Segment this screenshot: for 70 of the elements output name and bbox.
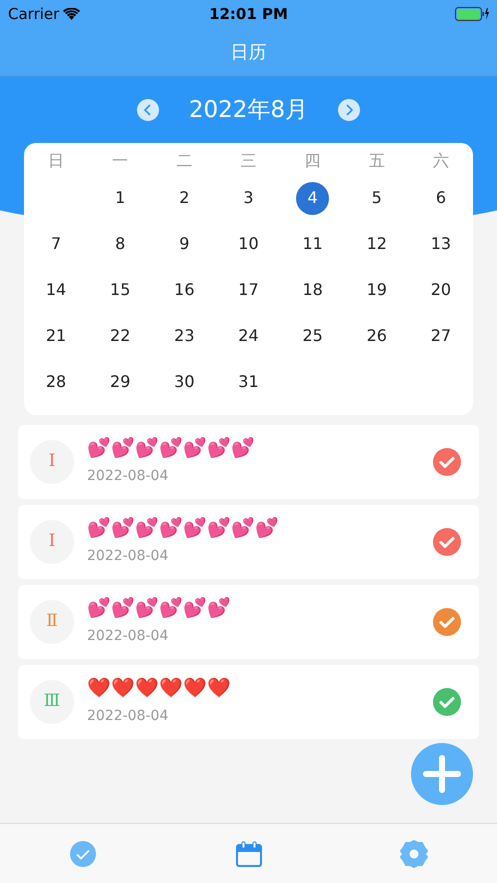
calendar-day[interactable]: 19 [360, 274, 394, 306]
check-icon[interactable] [433, 688, 461, 716]
entry-date: 2022-08-04 [87, 706, 170, 726]
entry-card[interactable]: Ⅰ 💕💕💕💕💕💕💕💕 2022-08-04 [18, 505, 479, 579]
battery-icon [455, 7, 490, 21]
selected-day[interactable]: 4 [296, 182, 330, 214]
calendar-day[interactable]: 21 [40, 320, 73, 352]
weekday-label: 四 [304, 150, 322, 172]
calendar-day[interactable]: 14 [40, 274, 73, 306]
calendar-day[interactable]: 10 [232, 228, 265, 260]
calendar-day[interactable]: 20 [424, 274, 458, 306]
check-icon[interactable] [433, 448, 461, 476]
month-title: 2022年8月 [188, 96, 308, 125]
weekday-label: 五 [368, 150, 386, 172]
weekday-label: 三 [239, 150, 258, 172]
calendar-day[interactable]: 29 [104, 366, 137, 398]
level-label: Ⅲ [30, 680, 74, 724]
calendar-day[interactable]: 7 [40, 228, 73, 260]
entry-date: 2022-08-04 [87, 626, 170, 646]
chevron-right-icon[interactable] [344, 104, 354, 116]
wifi-icon [63, 8, 80, 20]
calendar-day[interactable]: 11 [296, 228, 330, 260]
calendar-icon[interactable] [234, 840, 262, 868]
chevron-left-icon[interactable] [142, 104, 153, 116]
calendar-day[interactable]: 13 [424, 228, 458, 260]
level-label: Ⅱ [30, 600, 74, 644]
calendar-day[interactable]: 3 [232, 182, 265, 214]
weekday-label: 六 [432, 150, 450, 172]
calendar-day[interactable]: 17 [232, 274, 265, 306]
calendar-day[interactable]: 8 [104, 228, 137, 260]
entry-text: 💕💕💕💕💕💕💕💕 [87, 517, 280, 540]
calendar-day[interactable]: 9 [168, 228, 201, 260]
calendar-day[interactable]: 1 [104, 182, 137, 214]
weekday-label: 一 [111, 150, 130, 172]
level-label: Ⅰ [30, 520, 74, 564]
check-circle-icon[interactable] [68, 840, 97, 868]
entry-text: ❤❤❤❤❤❤ [87, 677, 232, 700]
calendar-day[interactable]: 31 [232, 366, 265, 398]
entry-text: 💕💕💕💕💕💕💕 [87, 437, 256, 460]
calendar-day[interactable]: 26 [360, 320, 394, 352]
calendar-day[interactable]: 12 [360, 228, 394, 260]
calendar-day[interactable]: 15 [104, 274, 137, 306]
calendar-day[interactable]: 18 [296, 274, 330, 306]
carrier-label: Carrier [8, 4, 60, 25]
time-label: 12:01 PM [209, 4, 288, 25]
entry-card[interactable]: Ⅲ ❤❤❤❤❤❤ 2022-08-04 [18, 665, 479, 739]
calendar-day[interactable]: 24 [232, 320, 265, 352]
plus-icon[interactable] [423, 755, 461, 793]
calendar-day[interactable]: 22 [104, 320, 137, 352]
calendar-day[interactable]: 28 [40, 366, 73, 398]
level-label: Ⅰ [30, 440, 74, 484]
settings-icon[interactable] [399, 838, 430, 868]
entry-text: 💕💕💕💕💕💕 [87, 597, 232, 620]
weekday-label: 日 [47, 150, 66, 172]
calendar-day[interactable]: 27 [424, 320, 458, 352]
calendar-day[interactable]: 6 [424, 182, 458, 214]
entry-card[interactable]: Ⅰ 💕💕💕💕💕💕💕 2022-08-04 [18, 425, 479, 499]
check-icon[interactable] [433, 608, 461, 636]
calendar-day[interactable]: 16 [168, 274, 201, 306]
calendar-day[interactable]: 2 [168, 182, 201, 214]
calendar-day[interactable]: 5 [360, 182, 394, 214]
calendar-day[interactable]: 30 [168, 366, 201, 398]
entry-card[interactable]: Ⅱ 💕💕💕💕💕💕 2022-08-04 [18, 585, 479, 659]
weekday-label: 二 [175, 150, 194, 172]
entry-date: 2022-08-04 [87, 466, 170, 486]
calendar-day[interactable]: 23 [168, 320, 201, 352]
screen-title: 日历 [230, 40, 266, 64]
entry-date: 2022-08-04 [87, 546, 170, 566]
check-icon[interactable] [433, 528, 461, 556]
calendar-day[interactable]: 25 [296, 320, 330, 352]
